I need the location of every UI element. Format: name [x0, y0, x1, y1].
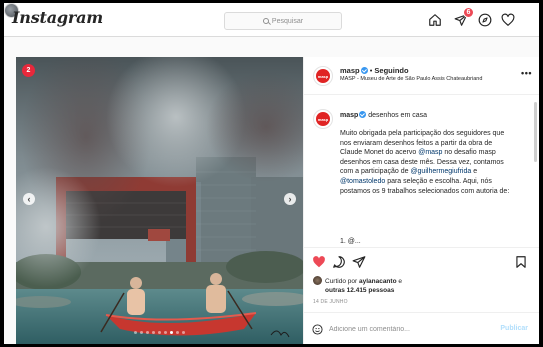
carousel-dot: [176, 331, 179, 334]
liked-by-suffix: e: [398, 278, 402, 285]
verified-badge-icon: [359, 111, 367, 118]
header-username[interactable]: masp: [340, 66, 360, 75]
carousel-dot: [158, 331, 161, 334]
header-location[interactable]: MASP - Museu de Arte de São Paulo Assis …: [340, 76, 482, 82]
instagram-window: Instagram Pesquisar 6 2 ‹ › masp masp • …: [4, 3, 539, 344]
dm-unread-badge: 6: [463, 7, 474, 18]
more-options-button[interactable]: •••: [521, 68, 532, 78]
header-separator: •: [369, 66, 373, 75]
caption-scroll-area[interactable]: masp masp desenhos em casa Muito obrigad…: [304, 96, 539, 246]
caption-avatar[interactable]: masp: [313, 109, 333, 129]
masp-avatar[interactable]: masp: [313, 66, 333, 86]
comment-icon[interactable]: [332, 255, 346, 269]
previous-slide-button[interactable]: ‹: [23, 193, 35, 205]
caption-mention-link[interactable]: @tomastoledo: [340, 178, 385, 185]
post-side-panel: masp masp • Seguindo MASP - Museu de Art…: [303, 57, 539, 344]
likes-summary: Curtido por aylanacanto e outras 12.415 …: [313, 276, 402, 295]
carousel-dot: [140, 331, 143, 334]
header-line: masp • Seguindo: [340, 66, 409, 75]
like-heart-icon[interactable]: [312, 255, 326, 269]
emoji-icon[interactable]: [312, 324, 323, 335]
carousel-dot: [134, 331, 137, 334]
home-icon[interactable]: [428, 13, 442, 27]
search-box[interactable]: Pesquisar: [224, 12, 342, 30]
explore-compass-icon[interactable]: [478, 13, 492, 27]
post-date[interactable]: 14 DE JUNHO: [313, 299, 348, 305]
liked-by-prefix: Curtido por: [325, 278, 358, 285]
carousel-dot: [146, 331, 149, 334]
carousel-dot: [164, 331, 167, 334]
post-actions-section: Curtido por aylanacanto e outras 12.415 …: [304, 247, 539, 344]
search-icon: [262, 18, 269, 24]
carousel-dot: [182, 331, 185, 334]
others-likes-link[interactable]: outras 12.415 pessoas: [313, 286, 402, 295]
liker-username[interactable]: aylanacanto: [359, 278, 397, 285]
caption-header: masp desenhos em casa: [340, 111, 427, 119]
following-button[interactable]: Seguindo: [374, 66, 408, 75]
caption-text: e: [471, 168, 478, 176]
caption-mention-link[interactable]: @guilhermegiufrida: [410, 168, 471, 175]
comment-box: Publicar: [304, 312, 539, 344]
carousel-count-badge: 2: [22, 64, 35, 77]
carousel-indicator-dots: [134, 331, 185, 334]
post-header: masp masp • Seguindo MASP - Museu de Art…: [304, 57, 539, 95]
caption-scrollbar[interactable]: [534, 102, 537, 162]
liker-avatar[interactable]: [313, 276, 322, 285]
share-icon[interactable]: [352, 255, 366, 269]
activity-heart-icon[interactable]: [501, 13, 515, 27]
caption-mention-link[interactable]: @masp: [418, 149, 442, 156]
save-bookmark-icon[interactable]: [514, 255, 528, 269]
carousel-dot: [152, 331, 155, 334]
caption-title: desenhos em casa: [368, 112, 428, 119]
publish-button[interactable]: Publicar: [500, 325, 528, 332]
next-slide-button[interactable]: ›: [284, 193, 296, 205]
carousel-dot: [170, 331, 173, 334]
instagram-logo[interactable]: Instagram: [12, 8, 103, 27]
post-image-carousel[interactable]: 2 ‹ ›: [16, 57, 303, 344]
top-navigation-bar: Instagram Pesquisar 6: [4, 3, 539, 37]
search-placeholder: Pesquisar: [271, 17, 304, 25]
caption-body: Muito obrigada pela participação dos seg…: [340, 129, 516, 196]
post-artwork-illustration: [16, 57, 303, 344]
caption-trailing-text: 1. @...: [340, 238, 361, 245]
caption-username[interactable]: masp: [340, 112, 358, 119]
comment-input[interactable]: [329, 322, 479, 337]
verified-badge-icon: [360, 67, 368, 74]
